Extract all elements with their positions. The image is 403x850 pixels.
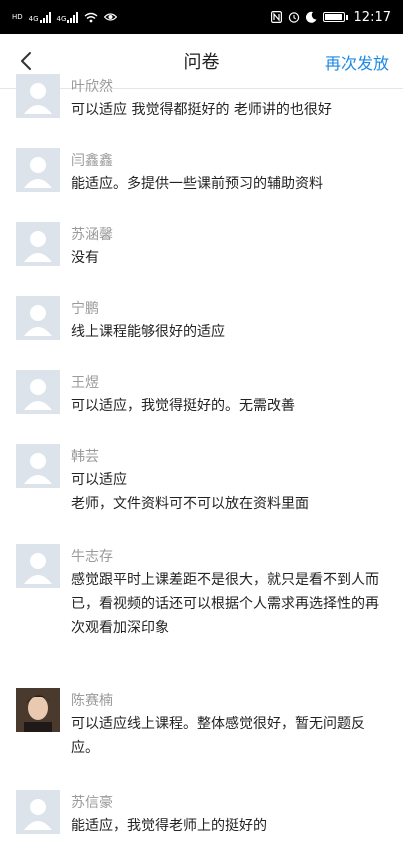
response-text: 感觉跟平时上课差距不是很大，就只是看不到人而已，看视频的话还可以根据个人需求再选… (71, 572, 379, 636)
battery-icon (322, 12, 348, 22)
avatar[interactable] (16, 296, 60, 340)
status-left: HD 4G 4G (12, 11, 118, 23)
response-text: 可以适应 我觉得都挺好的 老师讲的也很好 (71, 102, 332, 118)
response-item: 王煜可以适应，我觉得挺好的。无需改善 (0, 370, 391, 418)
respondent-name: 宁鹏 (71, 301, 99, 317)
response-text: 可以适应 老师，文件资料可不可以放在资料里面 (71, 472, 309, 512)
avatar[interactable] (16, 790, 60, 834)
battery-level (322, 12, 345, 22)
alarm-icon (288, 12, 299, 23)
response-item: 叶欣然可以适应 我觉得都挺好的 老师讲的也很好 (0, 74, 391, 122)
response-text: 能适应。多提供一些课前预习的辅助资料 (71, 176, 323, 192)
signal-icon: 4G (29, 11, 51, 23)
avatar-photo[interactable] (16, 688, 60, 732)
page-title: 问卷 (183, 52, 220, 73)
respondent-name: 叶欣然 (71, 79, 113, 95)
response-body: 苏涵馨 没有 (71, 222, 391, 270)
response-item: 韩芸可以适应 老师，文件资料可不可以放在资料里面 (0, 444, 391, 516)
respondent-name: 陈赛楠 (71, 693, 113, 709)
response-text: 能适应，我觉得老师上的挺好的 (71, 818, 267, 834)
respondent-name: 苏涵馨 (71, 227, 113, 243)
wifi-icon (84, 12, 98, 22)
avatar[interactable] (16, 370, 60, 414)
response-body: 牛志存感觉跟平时上课差距不是很大，就只是看不到人而已，看视频的话还可以根据个人需… (71, 544, 391, 640)
status-right: 12:17 (270, 9, 391, 25)
signal-icon-2: 4G (57, 11, 79, 23)
avatar[interactable] (16, 444, 60, 488)
status-bar: HD 4G 4G 12:17 (0, 0, 403, 34)
respondent-name: 闫鑫鑫 (71, 153, 113, 169)
response-item: 陈赛楠可以适应线上课程。整体感觉很好，暂无问题反应。 (0, 688, 391, 760)
reissue-button[interactable]: 再次发放 (325, 50, 389, 74)
response-item: 宁鹏线上课程能够很好的适应 (0, 296, 391, 344)
response-item: 苏涵馨 没有 (0, 222, 391, 270)
response-body: 苏信豪能适应，我觉得老师上的挺好的 (71, 790, 391, 838)
status-time: 12:17 (353, 9, 391, 25)
response-body: 闫鑫鑫能适应。多提供一些课前预习的辅助资料 (71, 148, 391, 196)
chevron-left-icon (21, 52, 31, 70)
avatar[interactable] (16, 544, 60, 588)
response-item: 闫鑫鑫能适应。多提供一些课前预习的辅助资料 (0, 148, 391, 196)
response-item: 牛志存感觉跟平时上课差距不是很大，就只是看不到人而已，看视频的话还可以根据个人需… (0, 544, 391, 640)
moon-icon (305, 11, 317, 23)
hd-indicator: HD (12, 13, 23, 21)
response-text: 可以适应线上课程。整体感觉很好，暂无问题反应。 (71, 716, 365, 756)
nfc-icon (270, 11, 282, 23)
avatar[interactable] (16, 74, 60, 118)
respondent-name: 王煜 (71, 375, 99, 391)
response-body: 韩芸可以适应 老师，文件资料可不可以放在资料里面 (71, 444, 391, 516)
response-body: 宁鹏线上课程能够很好的适应 (71, 296, 391, 344)
avatar[interactable] (16, 222, 60, 266)
respondent-name: 苏信豪 (71, 795, 113, 811)
response-body: 叶欣然可以适应 我觉得都挺好的 老师讲的也很好 (71, 74, 391, 122)
response-text: 没有 (71, 250, 99, 266)
response-body: 陈赛楠可以适应线上课程。整体感觉很好，暂无问题反应。 (71, 688, 391, 760)
response-body: 王煜可以适应，我觉得挺好的。无需改善 (71, 370, 391, 418)
respondent-name: 韩芸 (71, 449, 99, 465)
response-item: 苏信豪能适应，我觉得老师上的挺好的 (0, 790, 391, 838)
response-text: 线上课程能够很好的适应 (71, 324, 225, 340)
respondent-name: 牛志存 (71, 549, 113, 565)
eye-icon (104, 13, 118, 21)
response-text: 可以适应，我觉得挺好的。无需改善 (71, 398, 295, 414)
back-button[interactable] (12, 47, 40, 75)
avatar[interactable] (16, 148, 60, 192)
